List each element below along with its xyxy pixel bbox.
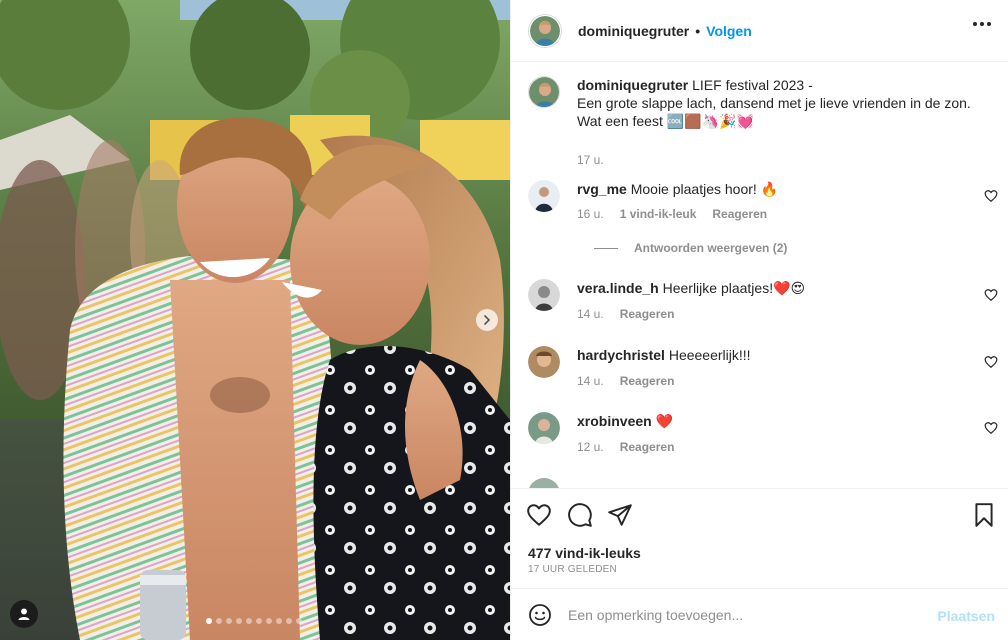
- instagram-post-modal: dominiquegruter • Volgen dominiquegruter…: [0, 0, 1008, 640]
- heart-icon[interactable]: [526, 502, 552, 528]
- caption-time[interactable]: 17 u.: [577, 153, 604, 167]
- bookmark-icon[interactable]: [971, 502, 997, 528]
- commenter-avatar[interactable]: [528, 180, 560, 212]
- comment-text: hardychristel Heeeeerlijk!!!: [577, 346, 977, 364]
- comment-meta: 12 u. Reageren: [577, 440, 674, 454]
- comment-composer: Plaatsen: [511, 588, 1008, 640]
- reply-button[interactable]: Reageren: [712, 207, 767, 221]
- reply-button[interactable]: Reageren: [620, 374, 675, 388]
- carousel-dot: [206, 618, 212, 624]
- comment-meta: 14 u. Reageren: [577, 374, 674, 388]
- comment-icon[interactable]: [567, 502, 593, 528]
- comment-likes[interactable]: 1 vind-ik-leuk: [620, 207, 697, 221]
- commenter-username[interactable]: rvg_me: [577, 181, 627, 197]
- commenter-avatar[interactable]: [528, 346, 560, 378]
- comment-message: ❤️: [655, 413, 674, 429]
- comment-message: Heeeeerlijk!!!: [668, 347, 751, 363]
- share-icon[interactable]: [607, 502, 633, 528]
- post-media: [0, 0, 510, 640]
- carousel-dot: [266, 618, 272, 624]
- dot-icon: [980, 22, 984, 26]
- commenter-username[interactable]: vera.linde_h: [577, 280, 659, 296]
- author-avatar[interactable]: [528, 76, 560, 108]
- carousel-indicator: [206, 618, 302, 624]
- comment-message: Heerlijke plaatjes!❤️😍: [662, 280, 806, 296]
- likes-count[interactable]: 477 vind-ik-leuks: [528, 545, 641, 561]
- comment-meta: 14 u. Reageren: [577, 307, 674, 321]
- carousel-next-button[interactable]: [476, 309, 498, 331]
- tagged-users-button[interactable]: [10, 600, 38, 628]
- author-avatar[interactable]: [528, 13, 562, 48]
- reply-button[interactable]: Reageren: [620, 440, 675, 454]
- comment-text: xrobinveen ❤️: [577, 412, 977, 430]
- comment-text: rvg_me Mooie plaatjes hoor! 🔥: [577, 180, 977, 198]
- post-time-ago[interactable]: 17 UUR GELEDEN: [528, 564, 617, 575]
- comment-meta: 16 u. 1 vind-ik-leuk Reageren: [577, 207, 767, 221]
- smiley-icon[interactable]: [528, 603, 552, 627]
- view-replies-button[interactable]: Antwoorden weergeven (2): [594, 241, 787, 255]
- caption-meta: 17 u.: [577, 153, 604, 167]
- commenter-username[interactable]: xrobinveen: [577, 413, 652, 429]
- view-replies-label: Antwoorden weergeven (2): [634, 241, 788, 255]
- action-bar: 477 vind-ik-leuks 17 UUR GELEDEN: [511, 488, 1008, 588]
- separator-dot: •: [695, 22, 701, 39]
- caption-body: Een grote slappe lach, dansend met je li…: [577, 95, 971, 129]
- post-comment-button[interactable]: Plaatsen: [937, 608, 995, 624]
- comment-time[interactable]: 12 u.: [577, 440, 604, 454]
- dot-icon: [973, 22, 977, 26]
- user-tag-icon: [18, 608, 30, 620]
- caption-head: LIEF festival 2023 -: [692, 77, 813, 93]
- like-comment-heart-icon[interactable]: [984, 288, 998, 302]
- comment-time[interactable]: 14 u.: [577, 307, 604, 321]
- comment-time[interactable]: 16 u.: [577, 207, 604, 221]
- comment-time[interactable]: 14 u.: [577, 374, 604, 388]
- dot-icon: [987, 22, 991, 26]
- comment-input[interactable]: [568, 606, 928, 623]
- comment-text: vera.linde_h Heerlijke plaatjes!❤️😍: [577, 279, 977, 297]
- carousel-dot: [236, 618, 242, 624]
- reply-button[interactable]: Reageren: [620, 307, 675, 321]
- carousel-dot: [246, 618, 252, 624]
- carousel-dot: [216, 618, 222, 624]
- commenter-avatar[interactable]: [528, 478, 560, 488]
- commenter-avatar[interactable]: [528, 279, 560, 311]
- caption-username[interactable]: dominiquegruter: [577, 77, 688, 93]
- comments-list[interactable]: dominiquegruter LIEF festival 2023 - Een…: [511, 62, 1008, 488]
- comment-message: Mooie plaatjes hoor! 🔥: [630, 181, 779, 197]
- carousel-dot: [286, 618, 292, 624]
- carousel-dot: [256, 618, 262, 624]
- like-comment-heart-icon[interactable]: [984, 421, 998, 435]
- commenter-avatar[interactable]: [528, 412, 560, 444]
- carousel-dot: [296, 618, 302, 624]
- caption-text: dominiquegruter LIEF festival 2023 - Een…: [577, 76, 977, 130]
- author-username[interactable]: dominiquegruter: [578, 23, 689, 39]
- like-comment-heart-icon[interactable]: [984, 355, 998, 369]
- post-header: dominiquegruter • Volgen: [511, 0, 1008, 62]
- like-comment-heart-icon[interactable]: [984, 189, 998, 203]
- post-photo: [0, 0, 510, 640]
- more-options-button[interactable]: [973, 22, 991, 26]
- commenter-username[interactable]: hardychristel: [577, 347, 665, 363]
- chevron-right-icon: [484, 315, 491, 325]
- follow-button[interactable]: Volgen: [706, 23, 752, 39]
- divider-line: [594, 247, 618, 249]
- carousel-dot: [226, 618, 232, 624]
- post-sidebar: dominiquegruter • Volgen dominiquegruter…: [510, 0, 1008, 640]
- carousel-dot: [276, 618, 282, 624]
